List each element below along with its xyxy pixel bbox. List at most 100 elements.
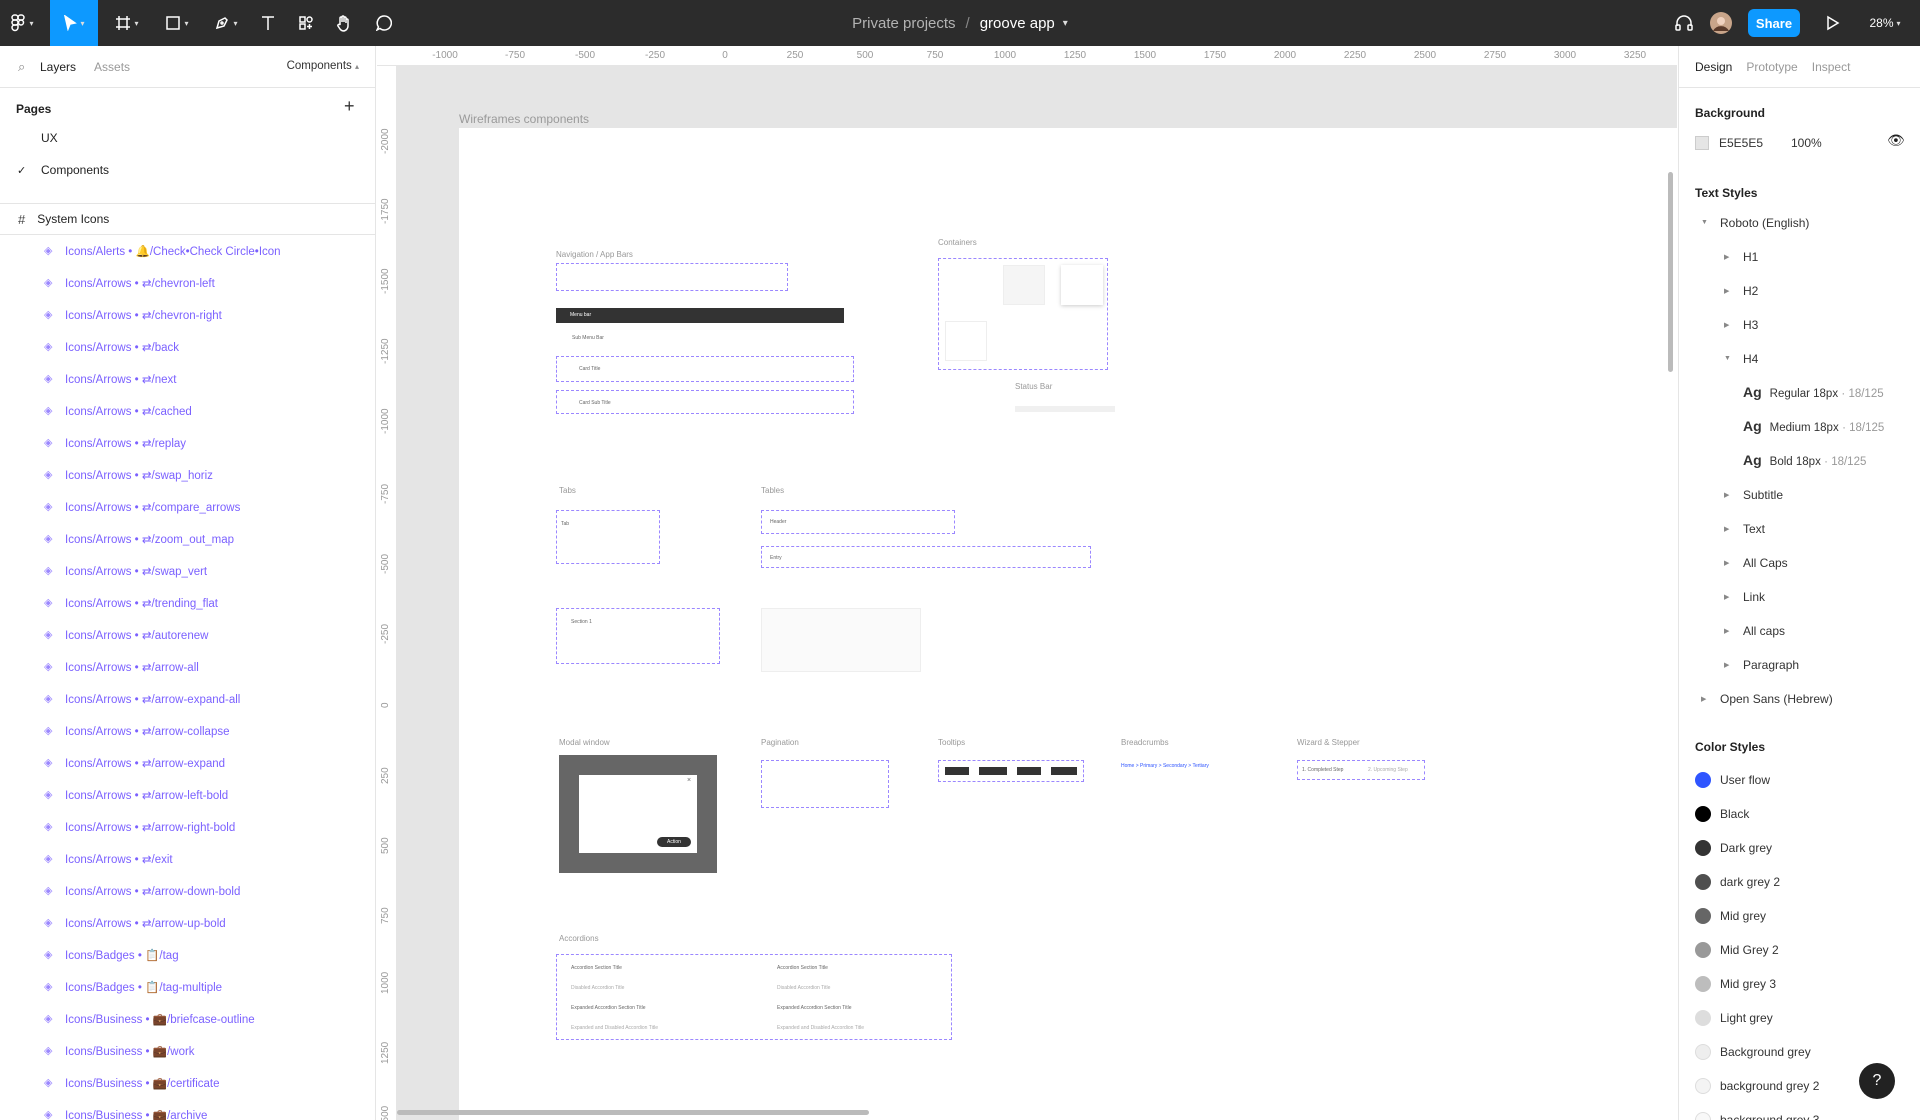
chevron-right-icon[interactable]: ▶: [1724, 661, 1729, 669]
breadcrumbs-wireframe[interactable]: Home > Primary > Secondary > Tertiary: [1121, 763, 1209, 769]
chevron-right-icon[interactable]: ▶: [1701, 695, 1706, 703]
color-swatch[interactable]: [1695, 942, 1711, 958]
layer-item[interactable]: ◈ Icons/Arrows • ⇄/chevron-left: [0, 267, 375, 299]
table-header-wireframe[interactable]: Header: [761, 510, 955, 534]
hand-tool-button[interactable]: [328, 0, 360, 46]
section-tabs-wireframe[interactable]: Section 1: [556, 608, 720, 664]
color-style-label[interactable]: Black: [1720, 807, 1749, 821]
avatar[interactable]: [1706, 0, 1736, 46]
chevron-right-icon[interactable]: ▶: [1724, 525, 1729, 533]
data-table-wireframe[interactable]: [761, 608, 921, 672]
tooltips-wireframe[interactable]: [938, 760, 1084, 782]
text-tool-button[interactable]: [252, 0, 284, 46]
color-style-label[interactable]: Mid Grey 2: [1720, 943, 1779, 957]
color-style-label[interactable]: background grey 3: [1720, 1113, 1819, 1120]
pagination-wireframe[interactable]: [761, 760, 889, 808]
color-swatch[interactable]: [1695, 1044, 1711, 1060]
table-filter-wireframe[interactable]: Entry: [761, 546, 1091, 568]
card-wireframe[interactable]: Card Title: [556, 356, 854, 382]
color-style-label[interactable]: Mid grey: [1720, 909, 1766, 923]
text-style-variant[interactable]: Ag Regular 18px · 18/125: [1743, 384, 1884, 400]
color-swatch[interactable]: [1695, 1078, 1711, 1094]
tab-inspect[interactable]: Inspect: [1812, 60, 1851, 74]
tab-assets[interactable]: Assets: [94, 60, 130, 74]
layer-item[interactable]: ◈ Icons/Alerts • 🔔/Check•Check Circle•Ico…: [0, 235, 375, 267]
text-style-text[interactable]: Text: [1743, 522, 1765, 536]
color-style-label[interactable]: dark grey 2: [1720, 875, 1780, 889]
frame-tool-button[interactable]: ▾: [108, 0, 146, 46]
containers-wireframe[interactable]: [938, 258, 1108, 370]
layer-item[interactable]: ◈ Icons/Arrows • ⇄/back: [0, 331, 375, 363]
text-style-h4[interactable]: H4: [1743, 352, 1758, 366]
color-style-label[interactable]: Light grey: [1720, 1011, 1773, 1025]
layer-item[interactable]: ◈ Icons/Business • 💼/certificate: [0, 1067, 375, 1099]
background-swatch[interactable]: [1695, 136, 1709, 150]
wireframes-frame[interactable]: Navigation / App Bars Menu bar Sub Menu …: [459, 128, 1677, 1120]
file-name[interactable]: groove app: [980, 15, 1055, 32]
chevron-down-icon[interactable]: ▼: [1701, 219, 1708, 226]
layer-item[interactable]: ◈ Icons/Arrows • ⇄/autorenew: [0, 619, 375, 651]
layer-item[interactable]: ◈ Icons/Arrows • ⇄/zoom_out_map: [0, 523, 375, 555]
status-bar-wireframe[interactable]: [1015, 406, 1115, 412]
layer-item[interactable]: ◈ Icons/Arrows • ⇄/cached: [0, 395, 375, 427]
layer-item[interactable]: ◈ Icons/Arrows • ⇄/arrow-right-bold: [0, 811, 375, 843]
background-opacity-input[interactable]: 100%: [1791, 136, 1822, 150]
card-sub-wireframe[interactable]: Card Sub Title: [556, 390, 854, 414]
chevron-right-icon[interactable]: ▶: [1724, 559, 1729, 567]
layer-item[interactable]: ◈ Icons/Arrows • ⇄/exit: [0, 843, 375, 875]
help-button[interactable]: ?: [1859, 1063, 1895, 1099]
frame-title[interactable]: Wireframes components: [459, 112, 589, 126]
layer-item[interactable]: ◈ Icons/Arrows • ⇄/chevron-right: [0, 299, 375, 331]
text-style-all-caps-2[interactable]: All caps: [1743, 624, 1785, 638]
text-style-subtitle[interactable]: Subtitle: [1743, 488, 1783, 502]
color-swatch[interactable]: [1695, 976, 1711, 992]
text-style-all-caps[interactable]: All Caps: [1743, 556, 1788, 570]
tab-design[interactable]: Design: [1695, 60, 1732, 74]
layer-item[interactable]: ◈ Icons/Arrows • ⇄/arrow-left-bold: [0, 779, 375, 811]
layer-item[interactable]: ◈ Icons/Badges • 📋/tag-multiple: [0, 971, 375, 1003]
layer-item[interactable]: ◈ Icons/Arrows • ⇄/compare_arrows: [0, 491, 375, 523]
tabs-wireframe[interactable]: Tab: [556, 510, 660, 564]
layer-item[interactable]: ◈ Icons/Badges • 📋/tag: [0, 939, 375, 971]
color-style-label[interactable]: Background grey: [1720, 1045, 1811, 1059]
search-icon[interactable]: ⌕: [18, 59, 25, 75]
accordions-wireframe[interactable]: Accordion Section Title Disabled Accordi…: [556, 954, 952, 1040]
move-tool-button[interactable]: ▾: [50, 0, 98, 46]
text-style-link[interactable]: Link: [1743, 590, 1765, 604]
text-style-h3[interactable]: H3: [1743, 318, 1758, 332]
chevron-right-icon[interactable]: ▶: [1724, 287, 1729, 295]
color-style-label[interactable]: Dark grey: [1720, 841, 1772, 855]
layer-item[interactable]: ◈ Icons/Business • 💼/briefcase-outline: [0, 1003, 375, 1035]
modal-overlay-wireframe[interactable]: × Action: [559, 755, 717, 873]
layer-item[interactable]: ◈ Icons/Business • 💼/work: [0, 1035, 375, 1067]
page-item-components[interactable]: Components: [41, 163, 109, 177]
add-page-icon[interactable]: +: [344, 96, 355, 117]
layer-item[interactable]: ◈ Icons/Arrows • ⇄/arrow-expand-all: [0, 683, 375, 715]
layer-item[interactable]: ◈ Icons/Business • 💼/archive: [0, 1099, 375, 1120]
resources-button[interactable]: [290, 0, 322, 46]
layer-item[interactable]: ◈ Icons/Arrows • ⇄/trending_flat: [0, 587, 375, 619]
chevron-down-icon[interactable]: ▾: [1063, 18, 1068, 29]
tab-prototype[interactable]: Prototype: [1746, 60, 1797, 74]
page-item-ux[interactable]: UX: [41, 131, 58, 145]
font-group-open-sans[interactable]: Open Sans (Hebrew): [1720, 692, 1833, 706]
color-style-label[interactable]: User flow: [1720, 773, 1770, 787]
frame-layer-system-icons[interactable]: # System Icons: [0, 203, 375, 235]
layer-item[interactable]: ◈ Icons/Arrows • ⇄/arrow-down-bold: [0, 875, 375, 907]
chevron-right-icon[interactable]: ▶: [1724, 253, 1729, 261]
font-group-roboto[interactable]: Roboto (English): [1720, 216, 1809, 230]
canvas[interactable]: -1000 -750 -500 -250 0 250 500 750 1000 …: [377, 46, 1677, 1120]
zoom-dropdown[interactable]: 28% ▾: [1860, 0, 1910, 46]
color-swatch[interactable]: [1695, 908, 1711, 924]
text-style-paragraph[interactable]: Paragraph: [1743, 658, 1799, 672]
eye-icon[interactable]: 👁: [1887, 132, 1905, 149]
present-button[interactable]: [1818, 0, 1848, 46]
chevron-right-icon[interactable]: ▶: [1724, 627, 1729, 635]
layer-item[interactable]: ◈ Icons/Arrows • ⇄/swap_horiz: [0, 459, 375, 491]
audio-button[interactable]: [1668, 0, 1700, 46]
layer-item[interactable]: ◈ Icons/Arrows • ⇄/swap_vert: [0, 555, 375, 587]
text-style-h2[interactable]: H2: [1743, 284, 1758, 298]
text-style-variant[interactable]: Ag Medium 18px · 18/125: [1743, 418, 1884, 434]
color-swatch[interactable]: [1695, 806, 1711, 822]
text-style-variant[interactable]: Ag Bold 18px · 18/125: [1743, 452, 1866, 468]
